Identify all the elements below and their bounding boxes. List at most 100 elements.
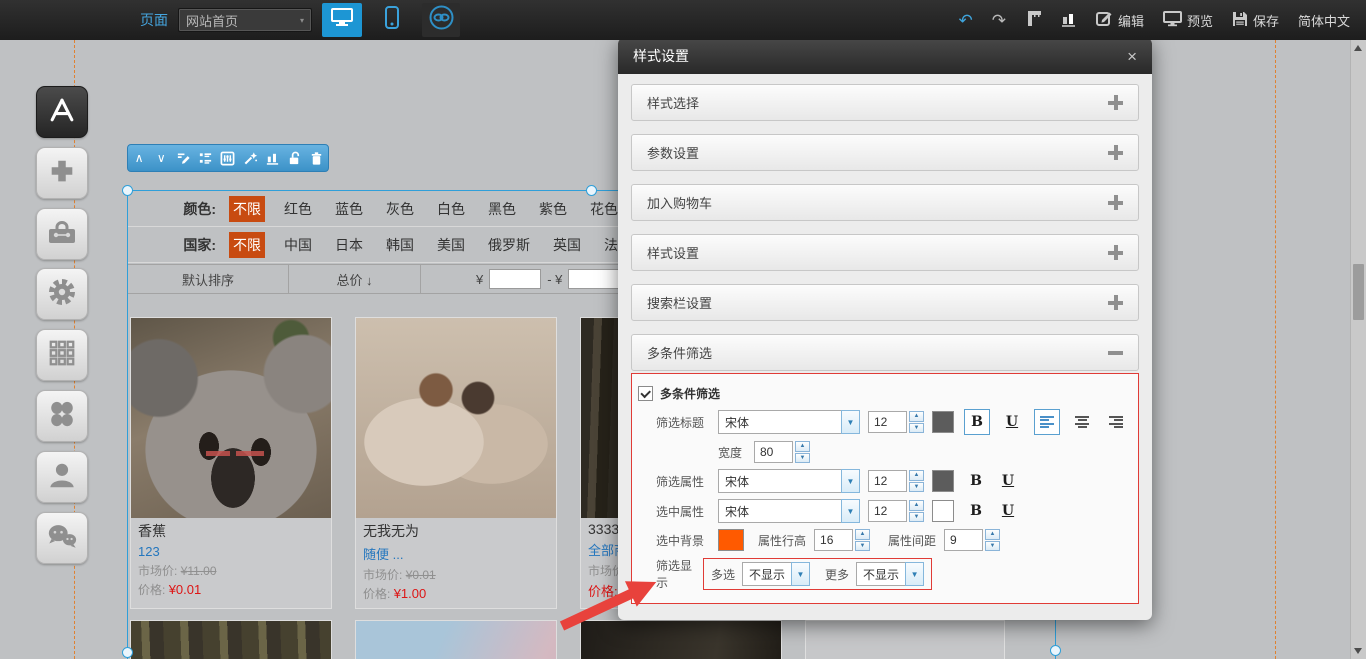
font-color-swatch[interactable] bbox=[932, 470, 954, 492]
price-min-input[interactable] bbox=[489, 269, 541, 289]
caret-down-icon[interactable]: ▼ bbox=[841, 469, 860, 493]
sidebar-item-settings[interactable] bbox=[36, 268, 88, 320]
edit-content-icon[interactable] bbox=[176, 150, 192, 166]
plus-icon[interactable] bbox=[1108, 95, 1123, 110]
sidebar-item-modules-grid[interactable] bbox=[36, 329, 88, 381]
spin-up-icon[interactable]: ▲ bbox=[855, 529, 870, 540]
product-card[interactable] bbox=[130, 620, 332, 659]
product-card[interactable]: 香蕉 123 市场价: ¥11.00 价格: ¥0.01 bbox=[130, 317, 332, 609]
sort-default-tab[interactable]: 默认排序 bbox=[128, 265, 289, 293]
caret-down-icon[interactable]: ▼ bbox=[841, 410, 860, 434]
resize-handle[interactable] bbox=[1050, 645, 1061, 656]
link-settings-button[interactable] bbox=[422, 3, 460, 37]
filter-chip[interactable]: 中国 bbox=[280, 232, 316, 258]
sidebar-item-add-module[interactable] bbox=[36, 147, 88, 199]
close-icon[interactable]: × bbox=[1127, 48, 1137, 65]
underline-button[interactable]: U bbox=[1000, 410, 1024, 434]
resize-handle[interactable] bbox=[122, 647, 133, 658]
spin-up-icon[interactable]: ▲ bbox=[985, 529, 1000, 540]
resize-handle[interactable] bbox=[586, 185, 597, 196]
font-family-select[interactable]: 宋体▼ bbox=[718, 469, 860, 493]
line-height-spinner[interactable]: 16▲▼ bbox=[814, 529, 870, 551]
page-select[interactable]: 网站首页 ▾ bbox=[178, 8, 312, 32]
font-color-swatch[interactable] bbox=[932, 411, 954, 433]
filter-chip[interactable]: 美国 bbox=[433, 232, 469, 258]
more-dropdown[interactable]: 不显示▼ bbox=[856, 562, 924, 586]
font-family-select[interactable]: 宋体▼ bbox=[718, 410, 860, 434]
filter-chip[interactable]: 紫色 bbox=[535, 196, 571, 222]
filter-chip[interactable]: 红色 bbox=[280, 196, 316, 222]
caret-down-icon[interactable]: ▼ bbox=[841, 499, 860, 523]
sidebar-item-members[interactable] bbox=[36, 451, 88, 503]
section-multi-filter[interactable]: 多条件筛选 bbox=[631, 334, 1139, 371]
sidebar-item-components[interactable] bbox=[36, 390, 88, 442]
font-size-spinner[interactable]: 12▲▼ bbox=[868, 500, 924, 522]
multi-filter-checkbox[interactable] bbox=[638, 386, 653, 401]
panel-header[interactable]: 样式设置 × bbox=[618, 38, 1152, 74]
ruler-icon[interactable] bbox=[1025, 10, 1042, 30]
filter-chip[interactable]: 英国 bbox=[549, 232, 585, 258]
width-spinner[interactable]: 80▲▼ bbox=[754, 441, 810, 463]
sidebar-item-toolbox[interactable] bbox=[36, 208, 88, 260]
filter-chip[interactable]: 日本 bbox=[331, 232, 367, 258]
edit-button[interactable]: 编辑 bbox=[1096, 10, 1144, 30]
bold-button[interactable]: B bbox=[964, 409, 990, 435]
align-left-button[interactable] bbox=[1034, 409, 1060, 435]
move-down-icon[interactable]: ∨ bbox=[153, 150, 169, 166]
filter-chip-selected[interactable]: 不限 bbox=[229, 196, 265, 222]
spin-down-icon[interactable]: ▼ bbox=[909, 512, 924, 523]
spin-up-icon[interactable]: ▲ bbox=[909, 500, 924, 511]
spin-down-icon[interactable]: ▼ bbox=[855, 541, 870, 552]
scroll-down-arrow-icon[interactable] bbox=[1354, 648, 1362, 654]
magic-wand-icon[interactable] bbox=[242, 150, 258, 166]
bold-button[interactable]: B bbox=[964, 499, 988, 523]
spin-down-icon[interactable]: ▼ bbox=[909, 423, 924, 434]
save-button[interactable]: 保存 bbox=[1232, 11, 1279, 30]
spin-down-icon[interactable]: ▼ bbox=[985, 541, 1000, 552]
filter-chip[interactable]: 蓝色 bbox=[331, 196, 367, 222]
underline-button[interactable]: U bbox=[996, 469, 1020, 493]
font-color-swatch[interactable] bbox=[932, 500, 954, 522]
plus-icon[interactable] bbox=[1108, 145, 1123, 160]
scrollbar-thumb[interactable] bbox=[1353, 264, 1364, 320]
caret-down-icon[interactable]: ▼ bbox=[791, 562, 810, 586]
font-family-select[interactable]: 宋体▼ bbox=[718, 499, 860, 523]
sidebar-item-wechat[interactable] bbox=[36, 512, 88, 564]
redo-icon[interactable]: ↷ bbox=[992, 12, 1006, 29]
plus-icon[interactable] bbox=[1108, 245, 1123, 260]
mobile-view-button[interactable] bbox=[372, 3, 412, 37]
move-up-icon[interactable]: ∧ bbox=[131, 150, 147, 166]
sort-total-price-tab[interactable]: 总价 ↓ bbox=[289, 265, 421, 293]
language-switch[interactable]: 简体中文 bbox=[1298, 11, 1350, 30]
font-size-spinner[interactable]: 12▲▼ bbox=[868, 470, 924, 492]
product-card[interactable]: 无我无为 随便 ... 市场价: ¥0.01 价格: ¥1.00 bbox=[355, 317, 557, 609]
trash-icon[interactable] bbox=[309, 150, 325, 166]
section-style-select[interactable]: 样式选择 bbox=[631, 84, 1139, 121]
list-settings-icon[interactable] bbox=[198, 150, 214, 166]
resize-handle[interactable] bbox=[122, 185, 133, 196]
spin-down-icon[interactable]: ▼ bbox=[795, 453, 810, 464]
bold-button[interactable]: B bbox=[964, 469, 988, 493]
multi-select-dropdown[interactable]: 不显示▼ bbox=[742, 562, 810, 586]
align-right-button[interactable] bbox=[1104, 410, 1128, 434]
caret-down-icon[interactable]: ▼ bbox=[905, 562, 924, 586]
preview-button[interactable]: 预览 bbox=[1163, 11, 1213, 30]
product-link[interactable]: 123 bbox=[138, 544, 324, 559]
undo-icon[interactable]: ↶ bbox=[958, 12, 972, 29]
filter-chip[interactable]: 灰色 bbox=[382, 196, 418, 222]
attr-spacing-spinner[interactable]: 9▲▼ bbox=[944, 529, 1000, 551]
vertical-scrollbar[interactable] bbox=[1350, 40, 1366, 659]
section-search-bar[interactable]: 搜索栏设置 bbox=[631, 284, 1139, 321]
plus-icon[interactable] bbox=[1108, 295, 1123, 310]
filter-chip[interactable]: 韩国 bbox=[382, 232, 418, 258]
filter-chip[interactable]: 俄罗斯 bbox=[484, 232, 534, 258]
lock-icon[interactable] bbox=[287, 150, 303, 166]
desktop-view-button[interactable] bbox=[322, 3, 362, 37]
filter-chip[interactable]: 白色 bbox=[433, 196, 469, 222]
plus-icon[interactable] bbox=[1108, 195, 1123, 210]
spin-up-icon[interactable]: ▲ bbox=[909, 470, 924, 481]
filter-chip[interactable]: 花色 bbox=[586, 196, 622, 222]
minus-icon[interactable] bbox=[1108, 345, 1123, 360]
price-max-input[interactable] bbox=[568, 269, 620, 289]
spin-down-icon[interactable]: ▼ bbox=[909, 482, 924, 493]
